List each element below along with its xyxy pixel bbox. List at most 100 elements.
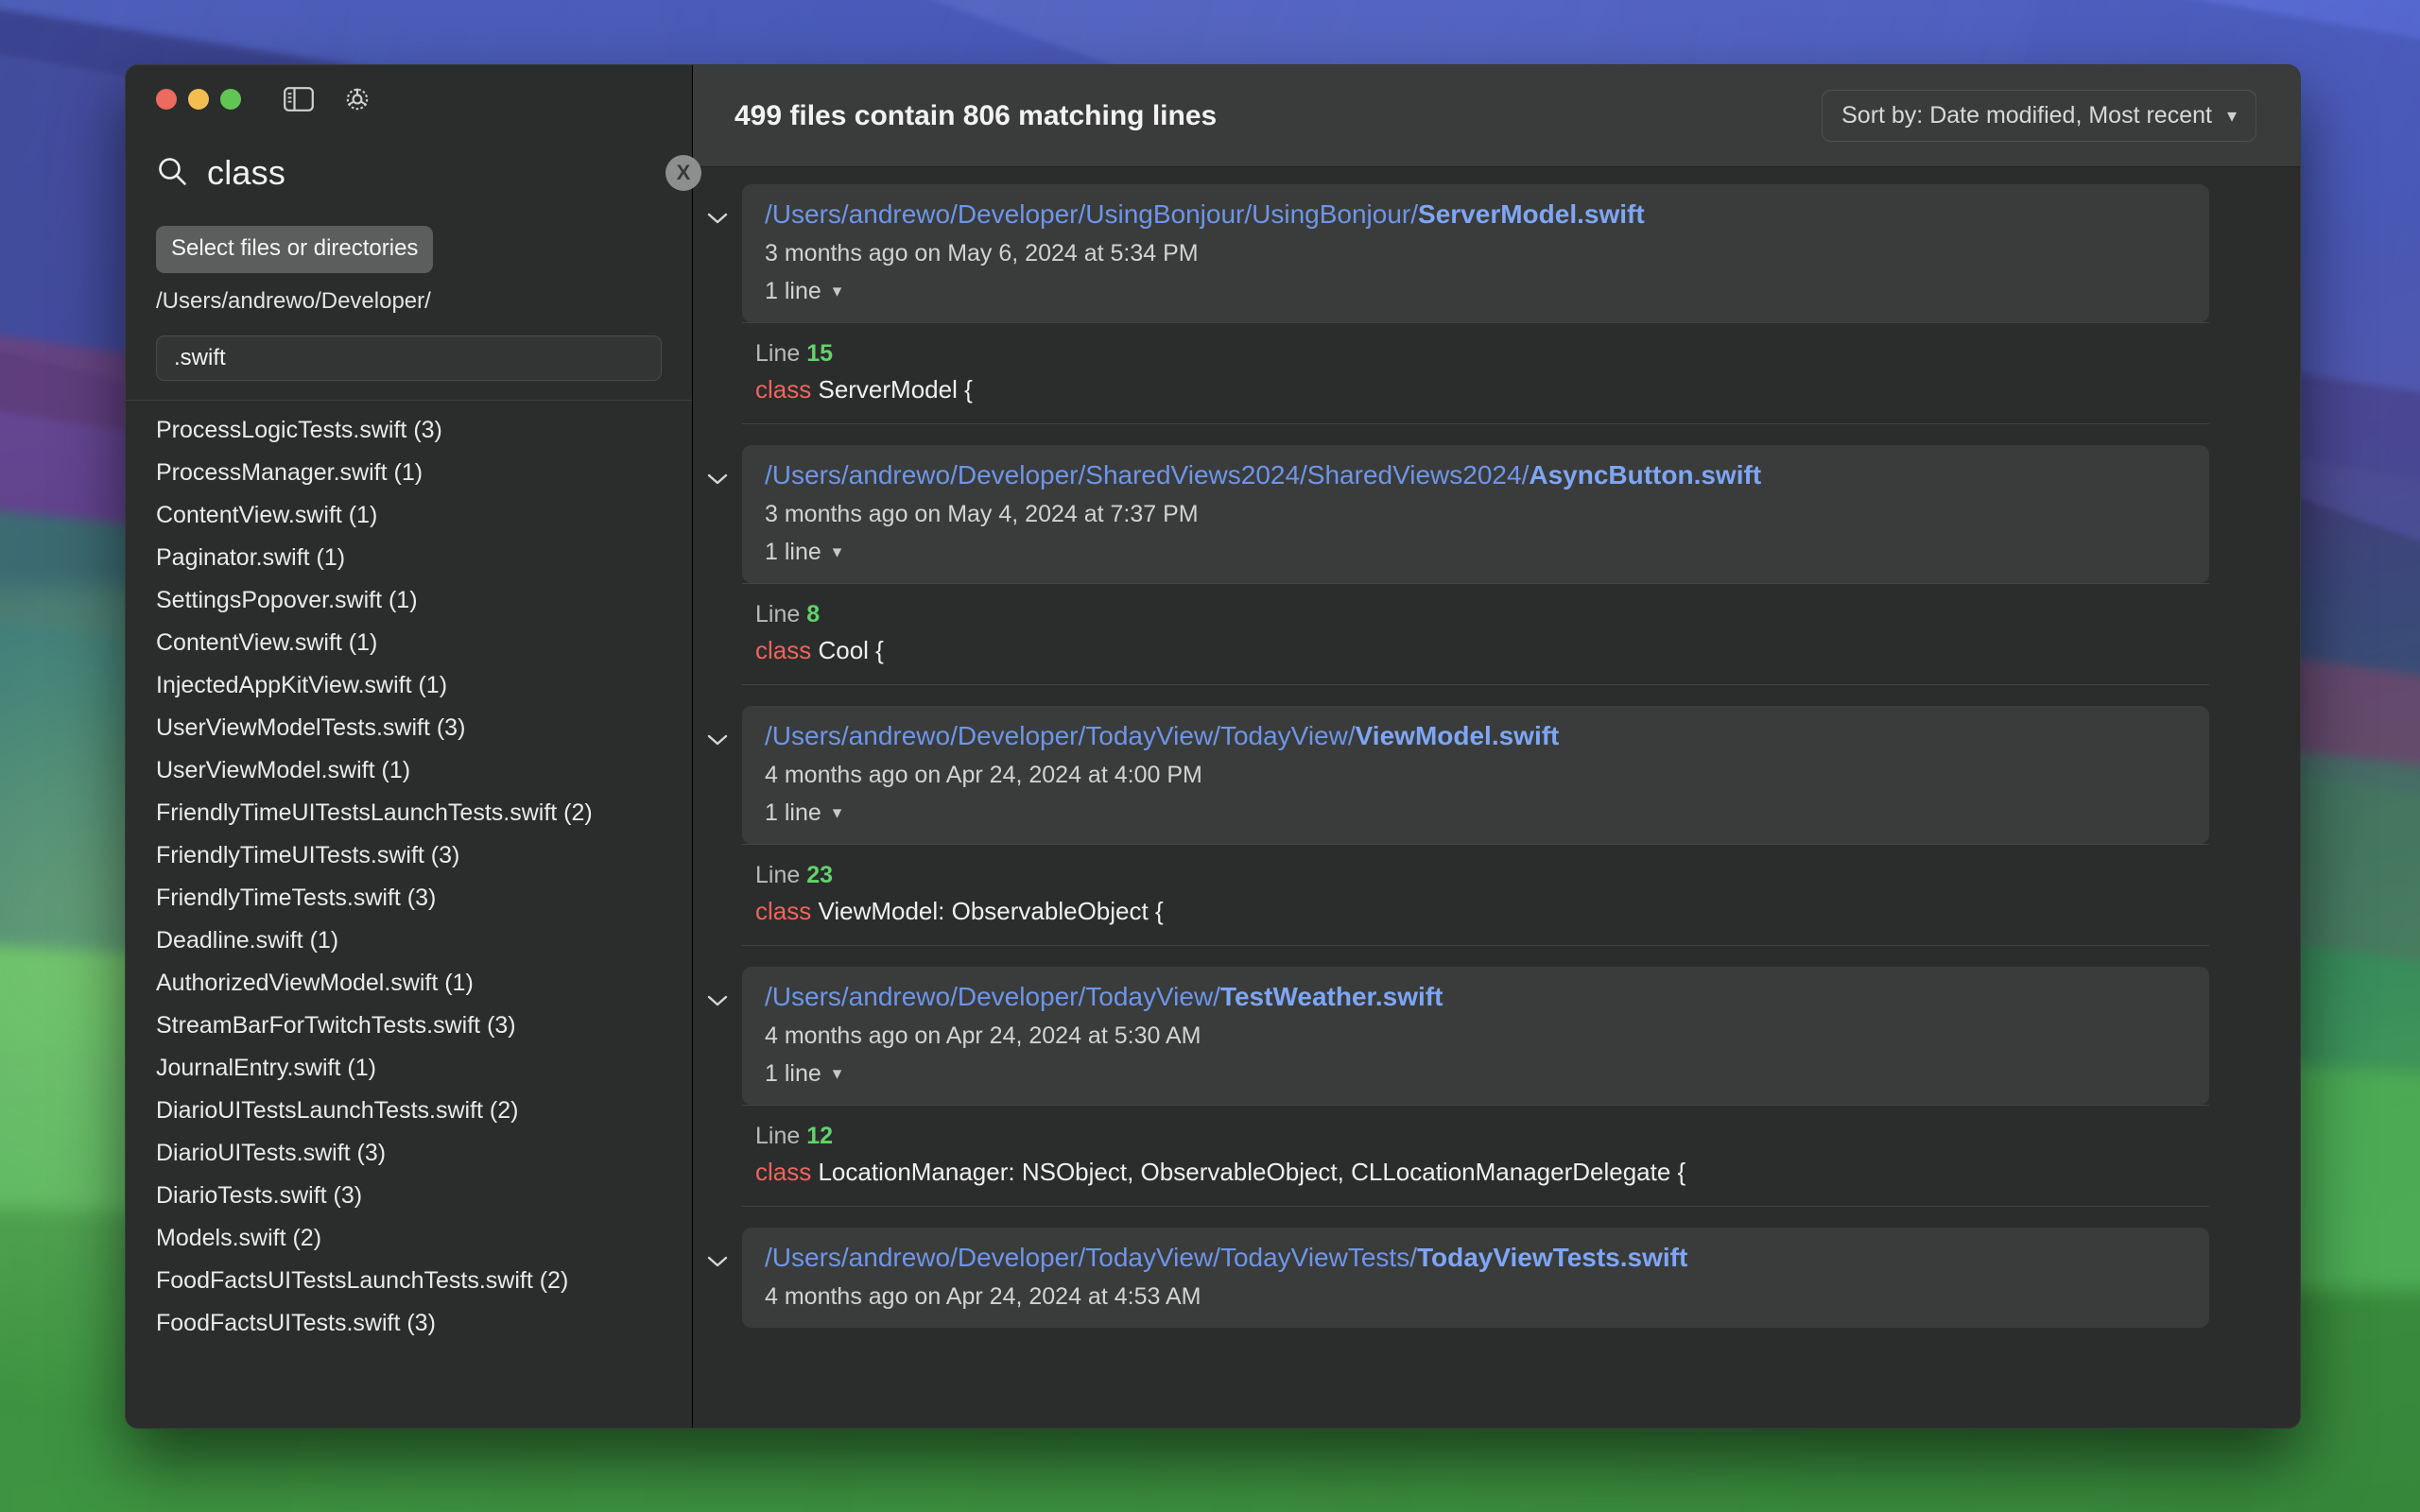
maximize-window-button[interactable]: [220, 89, 241, 110]
file-modified-label: 4 months ago on Apr 24, 2024 at 4:53 AM: [765, 1283, 1201, 1310]
file-list-item[interactable]: Paginator.swift (1): [126, 538, 692, 580]
chevron-down-icon[interactable]: [693, 967, 742, 1008]
chevron-down-icon[interactable]: [693, 184, 742, 226]
file-list-item[interactable]: ProcessLogicTests.swift (3): [126, 410, 692, 453]
file-list-item[interactable]: DiarioUITests.swift (3): [126, 1133, 692, 1176]
file-list-item[interactable]: FriendlyTimeUITestsLaunchTests.swift (2): [126, 793, 692, 835]
line-count-toggle[interactable]: 1 line ▾: [765, 539, 2187, 566]
result-group-header: /Users/andrewo/Developer/TodayView/TestW…: [693, 967, 2300, 1105]
result-card[interactable]: /Users/andrewo/Developer/TodayView/Today…: [742, 706, 2209, 844]
match-code-rest: ServerModel {: [811, 375, 973, 404]
app-window: X Select files or directories /Users/and…: [125, 64, 2301, 1429]
match-line-number: Line 12: [755, 1123, 2209, 1150]
result-group-header: /Users/andrewo/Developer/SharedViews2024…: [693, 445, 2300, 583]
file-list-item[interactable]: AuthorizedViewModel.swift (1): [126, 963, 692, 1005]
file-list-item[interactable]: ContentView.swift (1): [126, 495, 692, 538]
file-basename: ViewModel.swift: [1355, 721, 1560, 750]
file-path-link[interactable]: /Users/andrewo/Developer/TodayView/Today…: [765, 1243, 2187, 1273]
file-directory: /Users/andrewo/Developer/TodayView/: [765, 982, 1220, 1011]
minimize-window-button[interactable]: [188, 89, 209, 110]
file-list-item[interactable]: InjectedAppKitView.swift (1): [126, 665, 692, 708]
results-list[interactable]: /Users/andrewo/Developer/UsingBonjour/Us…: [693, 167, 2300, 1428]
file-list-item[interactable]: FoodFactsUITests.swift (3): [126, 1303, 692, 1346]
gear-icon[interactable]: [341, 83, 373, 115]
search-input[interactable]: [207, 153, 647, 193]
line-count-label: 1 line: [765, 539, 821, 565]
result-card[interactable]: /Users/andrewo/Developer/TodayView/TestW…: [742, 967, 2209, 1105]
chevron-down-icon: ▾: [832, 803, 842, 823]
file-path-link[interactable]: /Users/andrewo/Developer/TodayView/TestW…: [765, 982, 2187, 1012]
file-directory: /Users/andrewo/Developer/SharedViews2024…: [765, 460, 1530, 490]
file-list-item[interactable]: FriendlyTimeTests.swift (3): [126, 878, 692, 920]
file-path-link[interactable]: /Users/andrewo/Developer/UsingBonjour/Us…: [765, 199, 2187, 230]
file-list-item[interactable]: ProcessManager.swift (1): [126, 453, 692, 495]
sidebar: X Select files or directories /Users/and…: [126, 65, 701, 1428]
file-list-item[interactable]: UserViewModelTests.swift (3): [126, 708, 692, 750]
file-list-item[interactable]: DiarioUITestsLaunchTests.swift (2): [126, 1091, 692, 1133]
chevron-down-icon: ▾: [832, 542, 842, 562]
match-code-rest: Cool {: [811, 636, 884, 664]
match-keyword: class: [755, 636, 812, 664]
result-card[interactable]: /Users/andrewo/Developer/UsingBonjour/Us…: [742, 184, 2209, 322]
matched-files-list[interactable]: ProcessLogicTests.swift (3) ProcessManage…: [126, 401, 692, 1428]
line-count-toggle[interactable]: 1 line ▾: [765, 1060, 2187, 1088]
result-group-header: /Users/andrewo/Developer/TodayView/Today…: [693, 1228, 2300, 1328]
match-list: Line 15 class ServerModel {: [742, 322, 2209, 424]
result-group: /Users/andrewo/Developer/TodayView/TestW…: [693, 967, 2300, 1228]
file-basename: TestWeather.swift: [1219, 982, 1443, 1011]
match-line-prefix: Line: [755, 862, 807, 888]
file-list-item[interactable]: UserViewModel.swift (1): [126, 750, 692, 793]
file-modified-label: 4 months ago on Apr 24, 2024 at 5:30 AM: [765, 1022, 1201, 1049]
chevron-down-icon[interactable]: [693, 706, 742, 747]
file-directory: /Users/andrewo/Developer/UsingBonjour/Us…: [765, 199, 1419, 229]
select-files-or-directories-button[interactable]: Select files or directories: [156, 226, 434, 273]
line-count-toggle[interactable]: 1 line ▾: [765, 799, 2187, 827]
result-count-label: 499 files contain 806 matching lines: [735, 99, 1218, 131]
match-code-line: class ViewModel: ObservableObject {: [755, 897, 2209, 926]
match-line-value: 23: [806, 862, 834, 888]
extension-filter-row: [126, 315, 692, 400]
file-list-item[interactable]: DiarioTests.swift (3): [126, 1176, 692, 1218]
match-row[interactable]: Line 12 class LocationManager: NSObject, …: [742, 1105, 2209, 1207]
file-modified-label: 3 months ago on May 4, 2024 at 7:37 PM: [765, 501, 1199, 527]
match-line-number: Line 8: [755, 601, 2209, 628]
toolbar: [283, 83, 373, 115]
file-list-item[interactable]: ContentView.swift (1): [126, 623, 692, 665]
match-row[interactable]: Line 15 class ServerModel {: [742, 322, 2209, 424]
chevron-down-icon[interactable]: [693, 1228, 742, 1269]
match-row[interactable]: Line 23 class ViewModel: ObservableObject…: [742, 844, 2209, 946]
match-line-prefix: Line: [755, 340, 807, 367]
line-count-label: 1 line: [765, 799, 821, 826]
window-titlebar: [126, 65, 692, 133]
result-card[interactable]: /Users/andrewo/Developer/TodayView/Today…: [742, 1228, 2209, 1328]
match-code-line: class LocationManager: NSObject, Observa…: [755, 1158, 2209, 1187]
file-list-item[interactable]: FriendlyTimeUITests.swift (3): [126, 835, 692, 878]
file-list-item[interactable]: SettingsPopover.swift (1): [126, 580, 692, 623]
match-row[interactable]: Line 8 class Cool {: [742, 583, 2209, 685]
sidebar-toggle-icon[interactable]: [283, 83, 315, 115]
file-list-item[interactable]: JournalEntry.swift (1): [126, 1048, 692, 1091]
result-card[interactable]: /Users/andrewo/Developer/SharedViews2024…: [742, 445, 2209, 583]
match-code-line: class Cool {: [755, 636, 2209, 665]
result-group: /Users/andrewo/Developer/TodayView/Today…: [693, 1228, 2300, 1349]
sort-by-dropdown[interactable]: Sort by: Date modified, Most recent ▾: [1822, 90, 2256, 142]
result-group: /Users/andrewo/Developer/UsingBonjour/Us…: [693, 184, 2300, 445]
desktop-wallpaper: X Select files or directories /Users/and…: [0, 0, 2420, 1512]
file-path-link[interactable]: /Users/andrewo/Developer/SharedViews2024…: [765, 460, 2187, 490]
match-keyword: class: [755, 1158, 812, 1186]
line-count-toggle[interactable]: 1 line ▾: [765, 278, 2187, 305]
result-group-header: /Users/andrewo/Developer/UsingBonjour/Us…: [693, 184, 2300, 322]
extension-filter-input[interactable]: [156, 335, 662, 381]
chevron-down-icon[interactable]: [693, 445, 742, 487]
file-list-item[interactable]: FoodFactsUITestsLaunchTests.swift (2): [126, 1261, 692, 1303]
search-bar: X: [126, 133, 701, 213]
file-list-item[interactable]: Models.swift (2): [126, 1218, 692, 1261]
file-path-link[interactable]: /Users/andrewo/Developer/TodayView/Today…: [765, 721, 2187, 751]
line-count-label: 1 line: [765, 278, 821, 304]
match-line-value: 15: [806, 340, 834, 367]
file-list-item[interactable]: StreamBarForTwitchTests.swift (3): [126, 1005, 692, 1048]
close-window-button[interactable]: [156, 89, 177, 110]
file-modified-label: 3 months ago on May 6, 2024 at 5:34 PM: [765, 240, 1199, 266]
file-directory: /Users/andrewo/Developer/TodayView/Today…: [765, 1243, 1417, 1272]
file-list-item[interactable]: Deadline.swift (1): [126, 920, 692, 963]
